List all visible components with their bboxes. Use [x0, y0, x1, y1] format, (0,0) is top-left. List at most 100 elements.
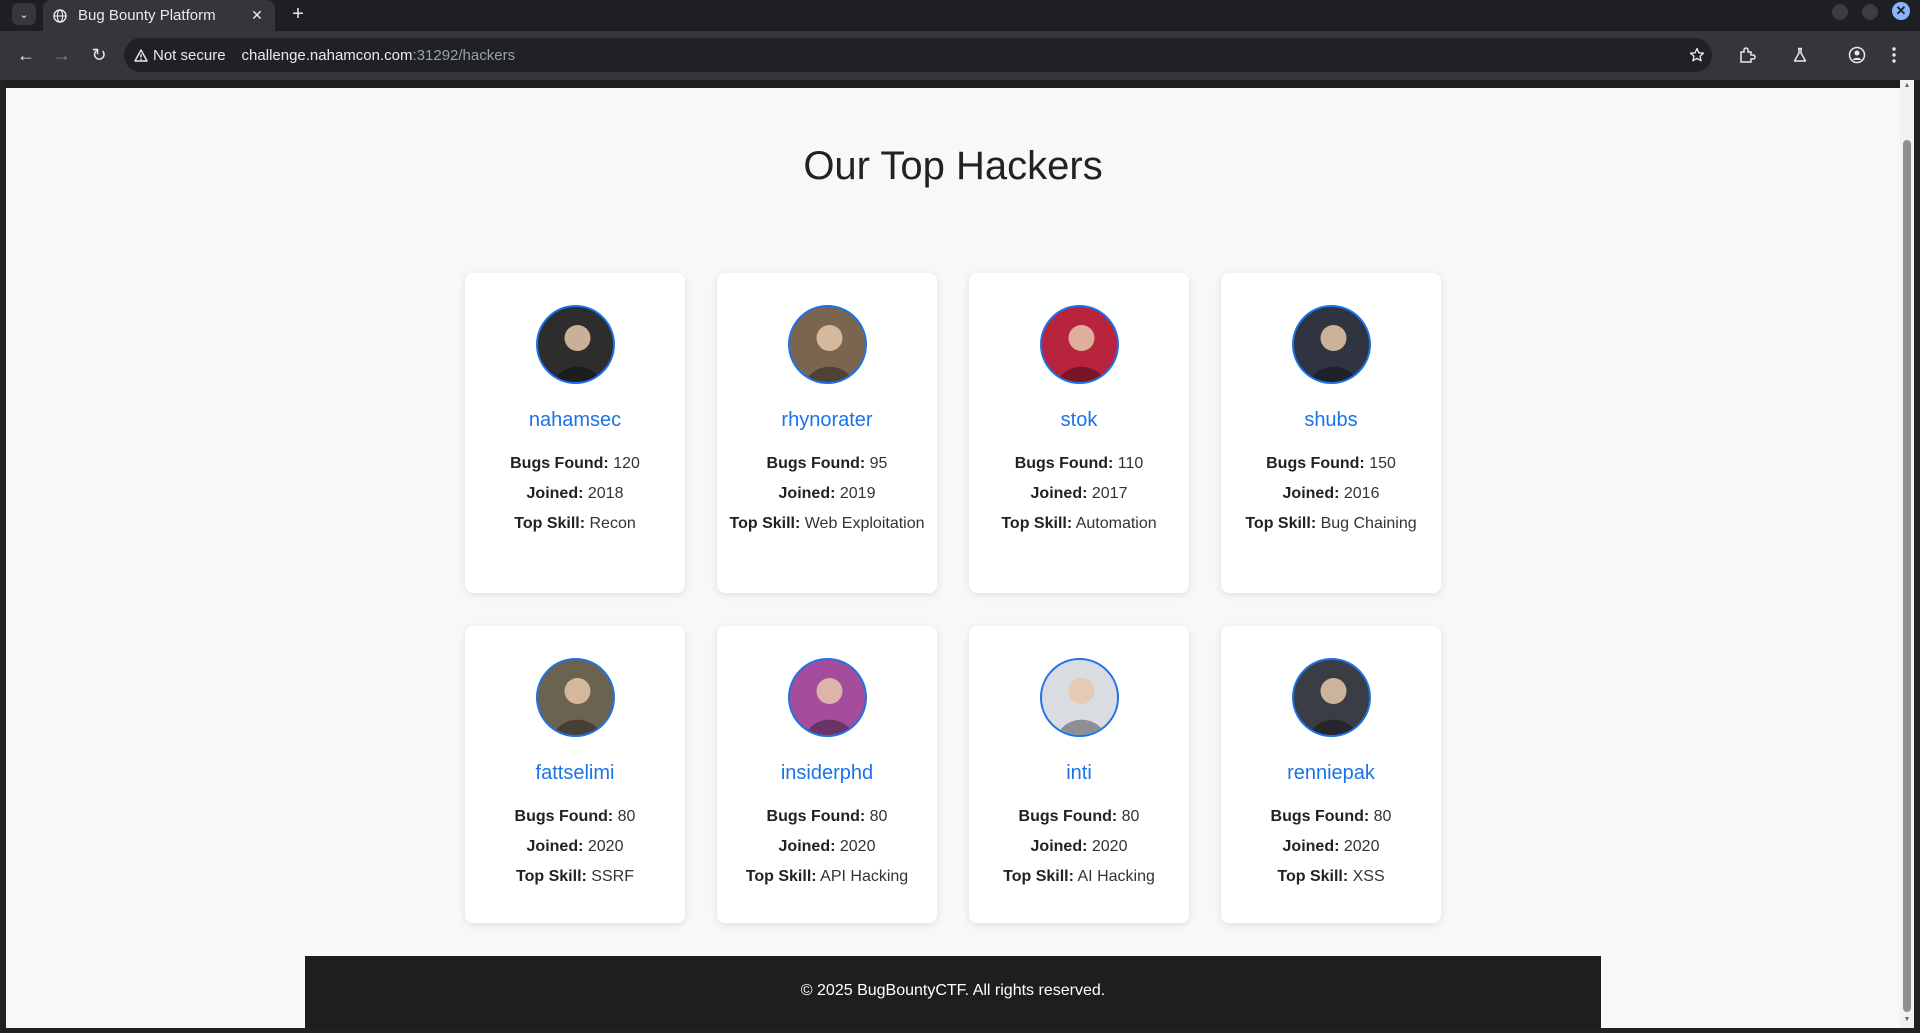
maximize-button[interactable] — [1862, 4, 1878, 20]
warning-icon — [134, 48, 148, 62]
avatar — [787, 305, 867, 384]
forward-arrow-icon[interactable]: → — [50, 43, 74, 67]
globe-icon — [53, 8, 67, 23]
security-indicator[interactable]: Not secure — [134, 47, 238, 64]
joined-stat: Joined: 2018 — [465, 482, 685, 505]
joined-stat-label: Joined: — [1282, 485, 1340, 502]
bugs-found-stat: Bugs Found: 110 — [969, 452, 1189, 475]
menu-kebab-icon[interactable] — [1882, 43, 1906, 67]
hacker-stats: Bugs Found: 80 Joined: 2020 Top Skill: AI … — [969, 805, 1189, 888]
top-skill-stat-value: SSRF — [586, 868, 634, 885]
hacker-card: renniepak Bugs Found: 80 Joined: 2020 Top S… — [1221, 626, 1441, 923]
joined-stat: Joined: 2019 — [717, 482, 937, 505]
joined-stat-value: 2020 — [1339, 838, 1380, 855]
user-silhouette-icon — [1056, 325, 1106, 382]
hacker-stats: Bugs Found: 80 Joined: 2020 Top Skill: XSS — [1221, 805, 1441, 888]
top-skill-stat: Top Skill: Web Exploitation — [717, 512, 937, 535]
new-tab-button[interactable]: + — [286, 2, 310, 26]
hacker-name-link[interactable]: nahamsec — [465, 409, 685, 432]
joined-stat-label: Joined: — [1282, 838, 1340, 855]
bugs-found-stat-label: Bugs Found: — [766, 455, 866, 472]
hacker-name-link[interactable]: shubs — [1221, 409, 1441, 432]
bugs-found-stat-value: 80 — [1117, 808, 1140, 825]
bugs-found-stat-label: Bugs Found: — [766, 808, 866, 825]
top-skill-stat-label: Top Skill: — [514, 515, 586, 532]
profile-icon[interactable] — [1845, 43, 1869, 67]
back-arrow-icon[interactable]: ← — [14, 43, 38, 67]
bugs-found-stat-value: 80 — [865, 808, 888, 825]
top-skill-stat-value: Bug Chaining — [1316, 515, 1417, 532]
hacker-name-link[interactable]: rhynorater — [717, 409, 937, 432]
hacker-card: stok Bugs Found: 110 Joined: 2017 Top Skill… — [969, 273, 1189, 593]
bugs-found-stat-value: 95 — [865, 455, 888, 472]
extensions-icon[interactable] — [1735, 43, 1759, 67]
bugs-found-stat-label: Bugs Found: — [1266, 455, 1365, 472]
active-tab[interactable]: Bug Bounty Platform ✕ — [43, 0, 275, 31]
bugs-found-stat-label: Bugs Found: — [514, 808, 614, 825]
top-skill-stat-value: Recon — [585, 515, 636, 532]
joined-stat-value: 2018 — [583, 485, 624, 502]
bookmark-star-icon[interactable] — [1685, 43, 1709, 67]
tab-strip: ⌄ Bug Bounty Platform ✕ + ✕ — [0, 0, 1920, 31]
hacker-name-link[interactable]: renniepak — [1221, 762, 1441, 785]
user-silhouette-icon — [1056, 678, 1106, 735]
top-skill-stat-value: Automation — [1072, 515, 1157, 532]
joined-stat-value: 2020 — [835, 838, 876, 855]
top-skill-stat: Top Skill: Automation — [969, 512, 1189, 535]
bugs-found-stat: Bugs Found: 80 — [969, 805, 1189, 828]
avatar — [1039, 658, 1119, 737]
hacker-name-link[interactable]: fattselimi — [465, 762, 685, 785]
hacker-name-link[interactable]: stok — [969, 409, 1189, 432]
close-tab-icon[interactable]: ✕ — [249, 7, 265, 24]
top-skill-stat-label: Top Skill: — [1001, 515, 1073, 532]
window-close-button[interactable]: ✕ — [1892, 2, 1910, 20]
hacker-card: shubs Bugs Found: 150 Joined: 2016 Top Skil… — [1221, 273, 1441, 593]
hacker-name-link[interactable]: insiderphd — [717, 762, 937, 785]
top-skill-stat-label: Top Skill: — [516, 868, 587, 885]
browser-toolbar: ← → ↻ Not secure challenge.nahamcon.com:… — [0, 31, 1920, 80]
bugs-found-stat: Bugs Found: 80 — [717, 805, 937, 828]
security-label: Not secure — [153, 46, 226, 64]
url-host: challenge.nahamcon.com — [241, 46, 413, 64]
footer-copyright: © 2025 BugBountyCTF. All rights reserved… — [800, 982, 1106, 999]
scroll-down-arrow-icon[interactable]: ▼ — [1903, 1016, 1911, 1023]
hacker-card: rhynorater Bugs Found: 95 Joined: 2019 Top … — [717, 273, 937, 593]
joined-stat: Joined: 2020 — [1221, 835, 1441, 858]
joined-stat-value: 2020 — [583, 838, 624, 855]
joined-stat: Joined: 2016 — [1221, 482, 1441, 505]
joined-stat-value: 2019 — [835, 485, 876, 502]
vertical-scrollbar[interactable]: ▲ ▼ — [1900, 80, 1914, 1028]
site-header-edge — [6, 80, 1900, 88]
user-silhouette-icon — [804, 325, 854, 382]
top-skill-stat: Top Skill: SSRF — [465, 865, 685, 888]
bugs-found-stat: Bugs Found: 150 — [1221, 452, 1441, 475]
top-skill-stat-label: Top Skill: — [1003, 868, 1074, 885]
address-bar[interactable]: Not secure challenge.nahamcon.com:31292/… — [124, 38, 1712, 72]
top-skill-stat-label: Top Skill: — [1245, 515, 1317, 532]
joined-stat-label: Joined: — [778, 838, 836, 855]
hacker-stats: Bugs Found: 120 Joined: 2018 Top Skill: Re… — [465, 452, 685, 535]
joined-stat-value: 2020 — [1087, 838, 1128, 855]
bugs-found-stat-value: 80 — [613, 808, 636, 825]
reload-icon[interactable]: ↻ — [87, 43, 111, 67]
scroll-up-arrow-icon[interactable]: ▲ — [1903, 82, 1911, 89]
tab-search-button[interactable]: ⌄ — [12, 3, 36, 25]
bugs-found-stat-label: Bugs Found: — [1014, 455, 1114, 472]
joined-stat: Joined: 2017 — [969, 482, 1189, 505]
scrollbar-thumb[interactable] — [1903, 140, 1911, 1012]
bugs-found-stat-label: Bugs Found: — [510, 455, 609, 472]
joined-stat-value: 2016 — [1339, 485, 1380, 502]
hacker-stats: Bugs Found: 80 Joined: 2020 Top Skill: SSR… — [465, 805, 685, 888]
joined-stat-label: Joined: — [1030, 838, 1088, 855]
top-skill-stat-value: API Hacking — [816, 868, 909, 885]
hacker-stats: Bugs Found: 110 Joined: 2017 Top Skill: Au… — [969, 452, 1189, 535]
joined-stat-label: Joined: — [526, 838, 584, 855]
joined-stat: Joined: 2020 — [465, 835, 685, 858]
top-skill-stat-value: XSS — [1348, 868, 1385, 885]
hacker-card: fattselimi Bugs Found: 80 Joined: 2020 Top … — [465, 626, 685, 923]
avatar — [787, 658, 867, 737]
labs-flask-icon[interactable] — [1788, 43, 1812, 67]
top-skill-stat-label: Top Skill: — [729, 515, 801, 532]
minimize-button[interactable] — [1832, 4, 1848, 20]
hacker-name-link[interactable]: inti — [969, 762, 1189, 785]
